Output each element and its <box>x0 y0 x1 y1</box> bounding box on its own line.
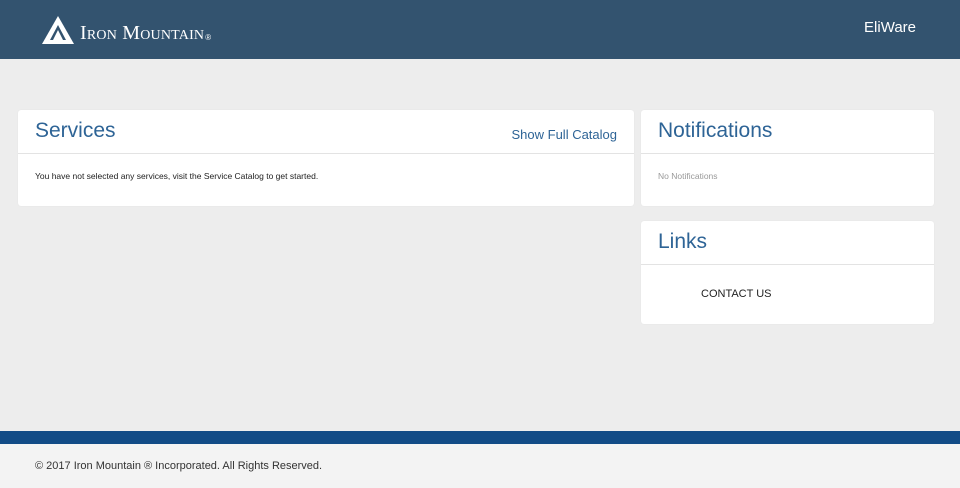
links-title: Links <box>658 230 708 253</box>
footer-band <box>0 431 960 444</box>
contact-us-link[interactable]: CONTACT US <box>701 288 772 300</box>
links-header: Links <box>641 221 934 265</box>
notifications-panel: Notifications No Notifications <box>641 110 934 206</box>
user-name[interactable]: EliWare <box>864 19 916 36</box>
services-title: Services <box>35 119 116 142</box>
show-full-catalog-link[interactable]: Show Full Catalog <box>512 127 618 142</box>
logo-trademark: ® <box>205 33 212 42</box>
mountain-logo-icon <box>42 16 74 44</box>
logo-text: Iron Mountain <box>80 22 205 44</box>
services-panel: Services Show Full Catalog You have not … <box>18 110 634 206</box>
copyright-text: © 2017 Iron Mountain ® Incorporated. All… <box>35 460 323 472</box>
notifications-empty-message: No Notifications <box>658 171 718 181</box>
page-footer: © 2017 Iron Mountain ® Incorporated. All… <box>0 444 960 488</box>
links-panel: Links CONTACT US <box>641 221 934 324</box>
iron-mountain-logo[interactable]: Iron Mountain ® <box>42 14 211 44</box>
top-header: Iron Mountain ® EliWare <box>0 0 960 59</box>
notifications-header: Notifications <box>641 110 934 154</box>
services-header: Services Show Full Catalog <box>18 110 634 154</box>
notifications-title: Notifications <box>658 119 773 142</box>
services-empty-message: You have not selected any services, visi… <box>35 171 319 181</box>
